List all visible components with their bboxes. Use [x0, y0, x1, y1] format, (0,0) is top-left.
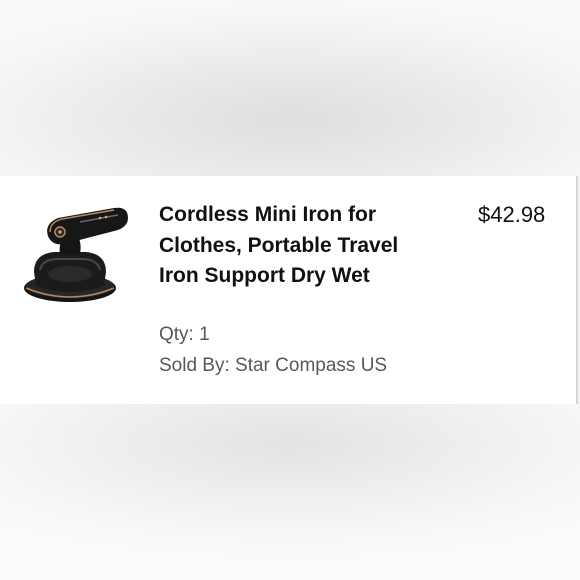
- product-price: $42.98: [478, 202, 546, 227]
- card-edge-divider: [576, 176, 578, 404]
- blurred-background-bottom: [0, 404, 580, 580]
- order-item-card[interactable]: Cordless Mini Iron for Clothes, Portable…: [0, 176, 576, 404]
- quantity-label: Qty: 1: [159, 324, 210, 345]
- blurred-background-top: [0, 0, 580, 176]
- sold-by-label: Sold By: Star Compass US: [159, 355, 388, 376]
- product-title[interactable]: Cordless Mini Iron for Clothes, Portable…: [159, 200, 429, 292]
- product-image[interactable]: [20, 202, 132, 308]
